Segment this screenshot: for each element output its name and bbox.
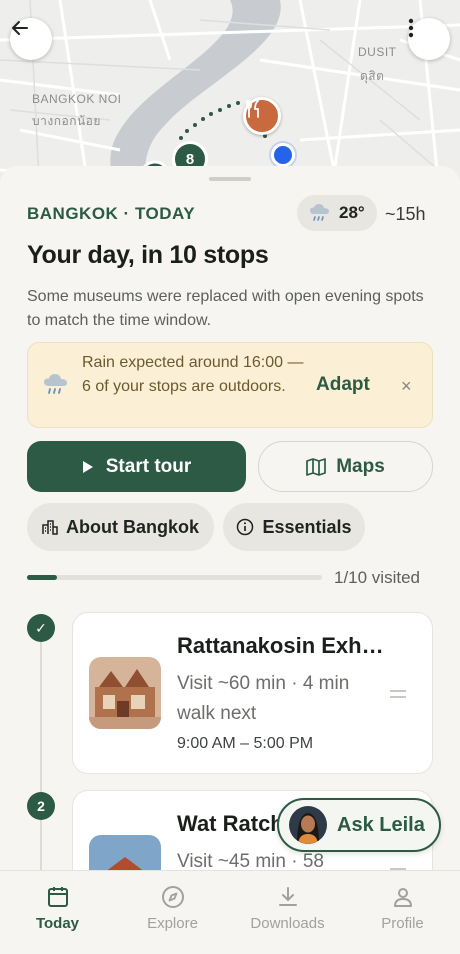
buildings-icon bbox=[42, 520, 58, 535]
page-subtitle: Some museums were replaced with open eve… bbox=[27, 288, 424, 329]
essentials-label: Essentials bbox=[262, 516, 352, 537]
close-icon[interactable]: × bbox=[401, 376, 412, 397]
ask-assistant-button[interactable]: Ask Leila bbox=[277, 798, 441, 852]
page-title: Your day, in 10 stops bbox=[27, 241, 269, 269]
essentials-chip[interactable]: Essentials bbox=[223, 503, 365, 551]
nav-today-label: Today bbox=[35, 915, 80, 932]
nav-explore-label: Explore bbox=[147, 915, 198, 932]
stop-1-meta: Visit ~60 min · 4 min walk next bbox=[177, 673, 350, 724]
map-icon bbox=[306, 457, 327, 476]
visit-progress-fill bbox=[27, 575, 57, 580]
more-options-button[interactable] bbox=[408, 18, 450, 60]
map-label-bangkok-noi-thai: บางกอกน้อย bbox=[32, 114, 101, 128]
nav-downloads[interactable]: Downloads bbox=[230, 871, 345, 954]
current-location-dot bbox=[271, 143, 295, 167]
stop-2-marker: 2 bbox=[27, 792, 55, 820]
stop-card-1[interactable]: Rattanakosin Exh… Visit ~60 min · 4 min … bbox=[72, 612, 433, 774]
stop-1-marker: ✓ bbox=[27, 614, 55, 642]
back-button[interactable] bbox=[10, 18, 52, 60]
map-label-dusit: DUSIT bbox=[358, 45, 397, 59]
alert-message: Rain expected around 16:00 — 6 of your s… bbox=[82, 354, 304, 395]
stop-1-name: Rattanakosin Exh… bbox=[177, 633, 384, 658]
nav-profile-label: Profile bbox=[381, 915, 424, 932]
arrow-left-icon bbox=[12, 21, 28, 35]
maps-button[interactable]: Maps bbox=[258, 441, 433, 492]
adapt-button[interactable]: Adapt bbox=[316, 374, 370, 396]
day-duration: ~15h bbox=[385, 204, 426, 224]
sheet-handle[interactable] bbox=[209, 177, 251, 181]
visit-progress-bar bbox=[27, 575, 322, 580]
about-bangkok-chip[interactable]: About Bangkok bbox=[27, 503, 214, 551]
stop-1-hours: 9:00 AM – 5:00 PM bbox=[177, 735, 314, 752]
assistant-avatar bbox=[289, 806, 327, 844]
download-icon bbox=[278, 887, 297, 906]
info-icon bbox=[237, 518, 254, 536]
nav-explore[interactable]: Explore bbox=[115, 871, 230, 954]
weather-chip[interactable]: 28° bbox=[297, 195, 377, 231]
food-pin[interactable] bbox=[243, 97, 281, 135]
stop-1-thumbnail bbox=[89, 657, 161, 729]
about-label: About Bangkok bbox=[66, 516, 199, 537]
rain-cloud-icon bbox=[310, 204, 329, 221]
start-tour-button[interactable]: Start tour bbox=[27, 441, 246, 492]
nav-today[interactable]: Today bbox=[0, 871, 115, 954]
rain-alert: Rain expected around 16:00 — 6 of your s… bbox=[27, 342, 433, 428]
ask-assistant-label: Ask Leila bbox=[337, 813, 425, 836]
person-icon bbox=[393, 888, 412, 907]
visit-progress-label: 1/10 visited bbox=[334, 568, 420, 587]
play-icon bbox=[82, 460, 93, 473]
more-vertical-icon bbox=[408, 18, 414, 38]
fork-knife-icon bbox=[246, 100, 259, 118]
city-label: BANGKOK · TODAY bbox=[27, 204, 196, 223]
nav-profile[interactable]: Profile bbox=[345, 871, 460, 954]
bottom-navigation: Today Explore Downloads Profile bbox=[0, 870, 460, 954]
rain-cloud-icon bbox=[44, 374, 67, 394]
nav-downloads-label: Downloads bbox=[250, 915, 325, 932]
start-tour-label: Start tour bbox=[105, 455, 192, 477]
compass-icon bbox=[161, 886, 184, 908]
drag-handle-icon[interactable] bbox=[390, 690, 406, 702]
maps-label: Maps bbox=[336, 455, 385, 477]
map-label-dusit-thai: ดุสิต bbox=[360, 69, 385, 83]
calendar-icon bbox=[47, 887, 68, 907]
temperature: 28° bbox=[339, 203, 365, 222]
map-label-bangkok-noi: BANGKOK NOI bbox=[32, 92, 122, 106]
